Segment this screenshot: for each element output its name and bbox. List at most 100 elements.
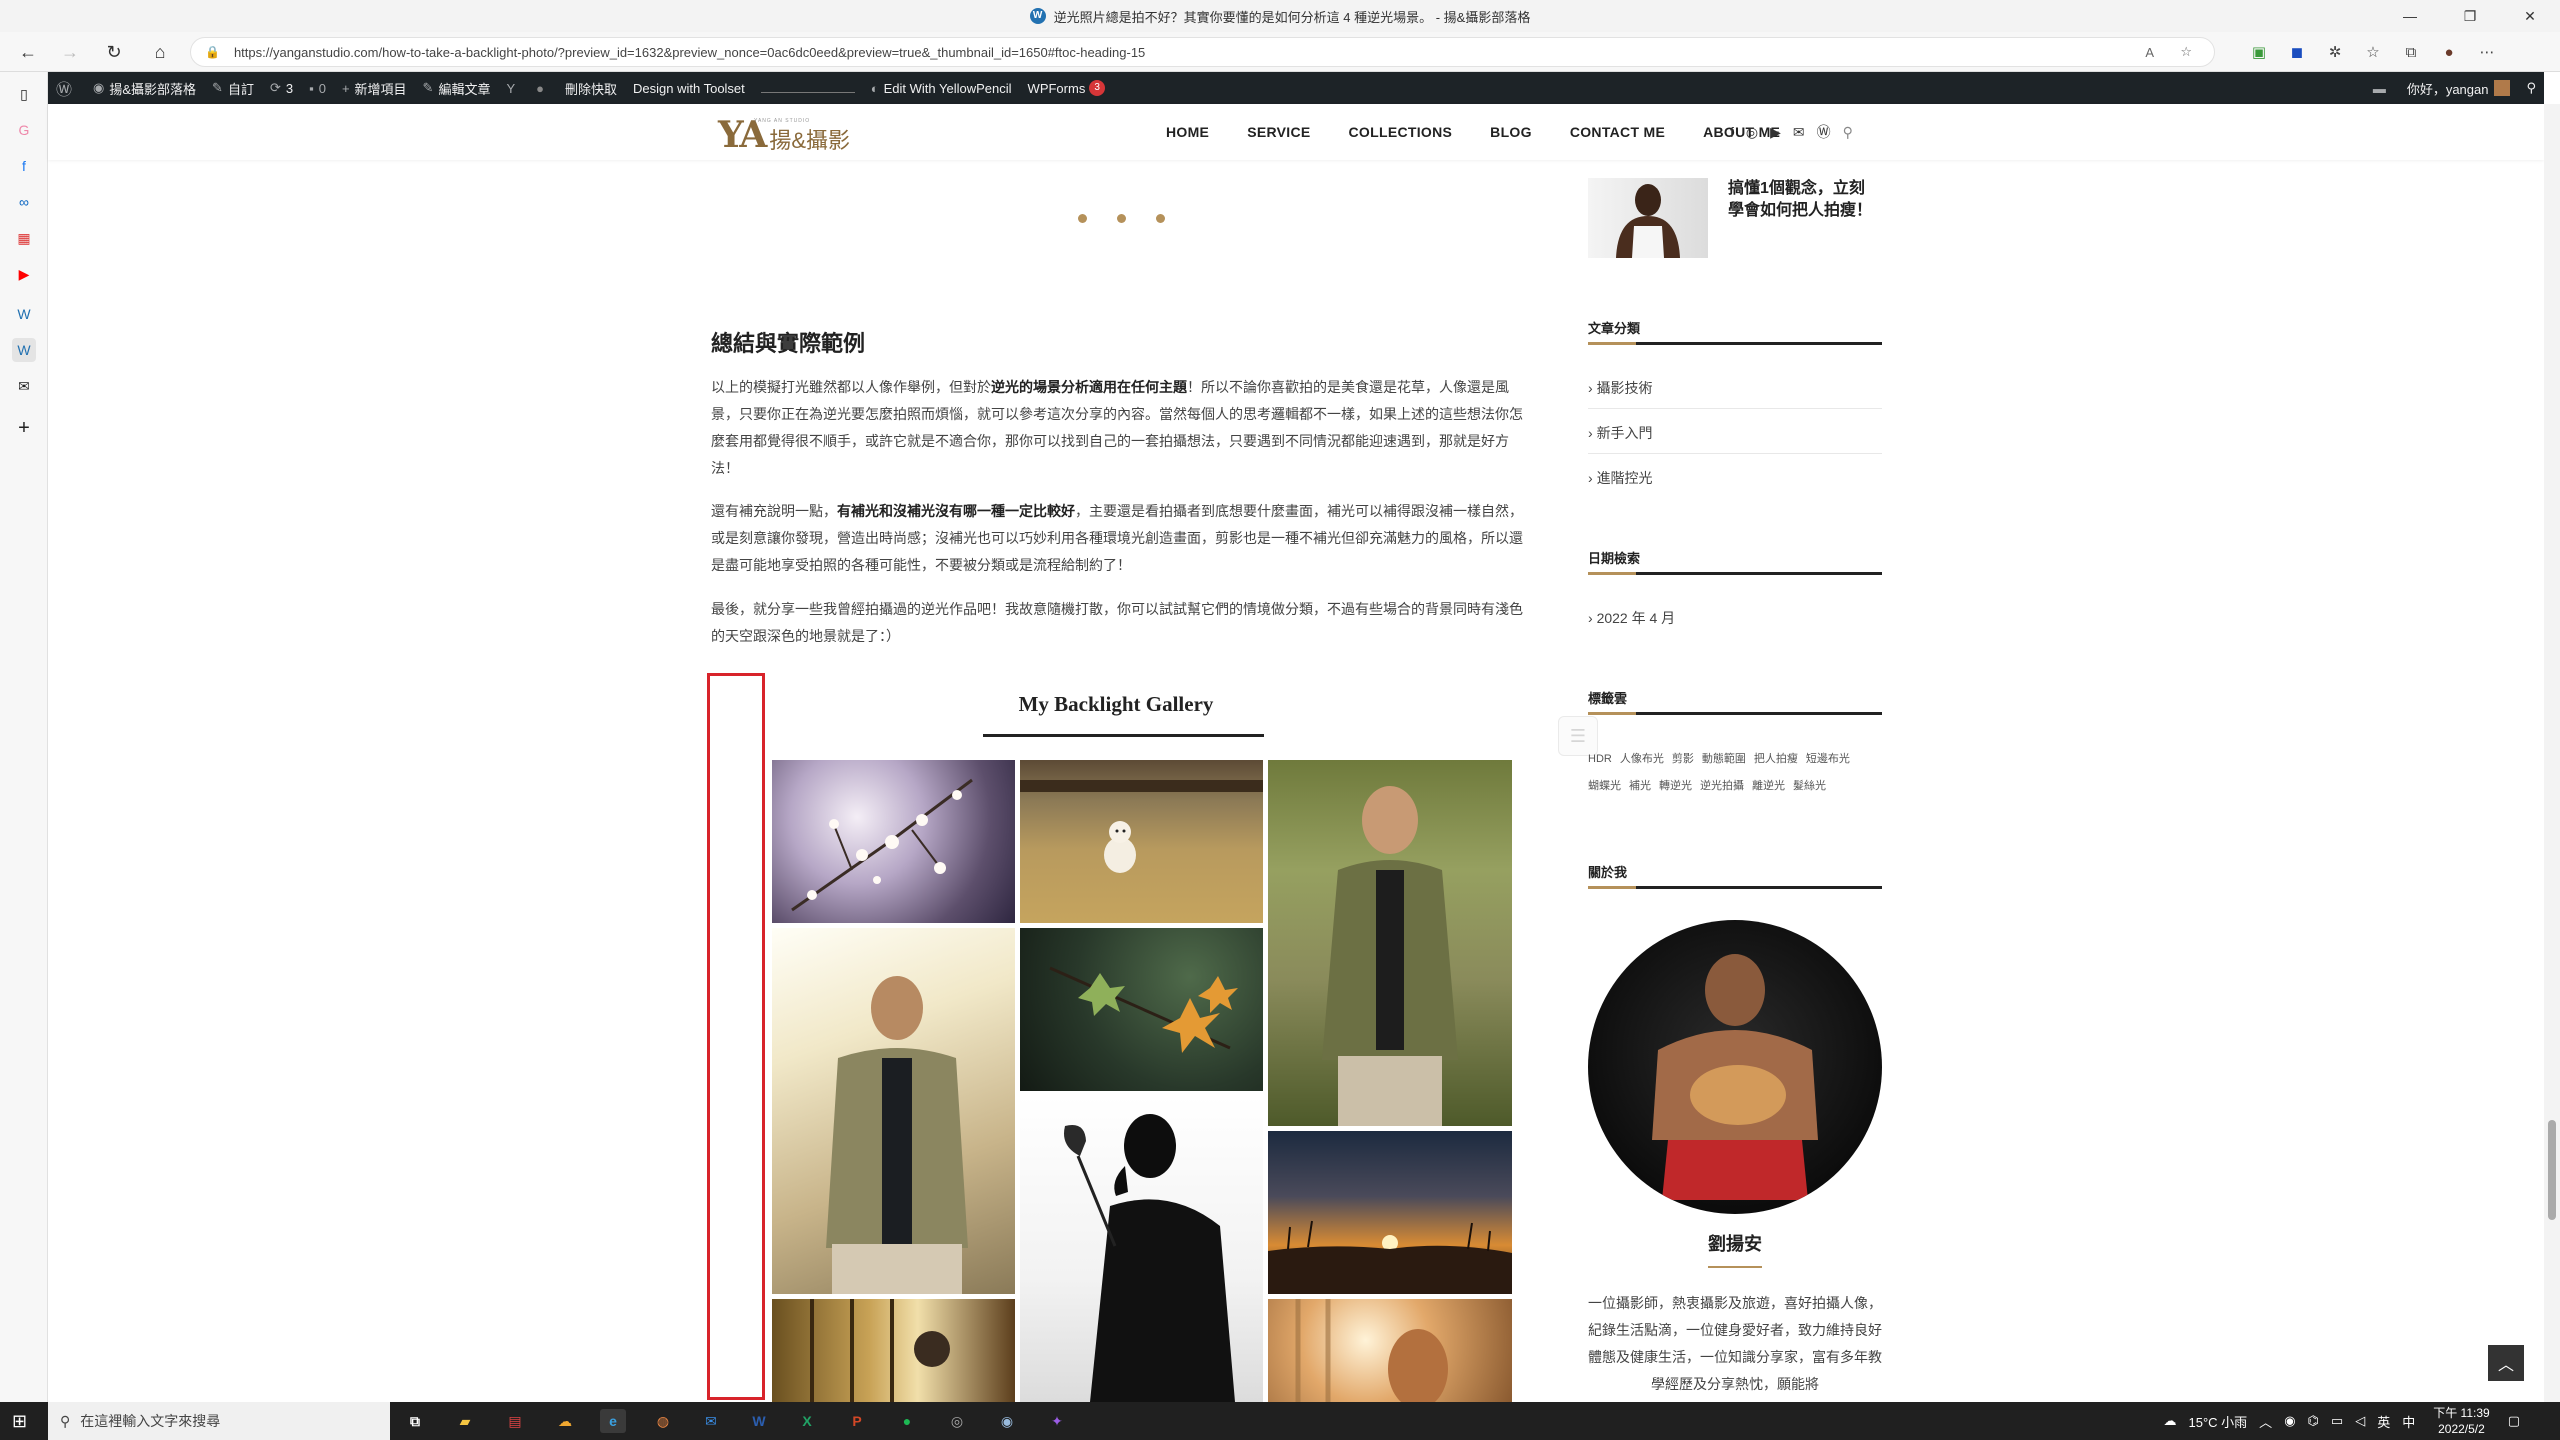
forward-arrow-icon[interactable]: → (56, 38, 84, 66)
tag-link[interactable]: 蝴蝶光 (1588, 780, 1621, 792)
spotify-icon[interactable]: ● (894, 1409, 920, 1433)
gallery-photo-blossoms[interactable] (772, 760, 1015, 923)
tray-chevron-icon[interactable]: ︿ (2259, 1412, 2272, 1431)
task-view-icon[interactable]: ⧉ (402, 1409, 428, 1433)
tag-link[interactable]: 人像布光 (1620, 753, 1664, 765)
admin-seo-status[interactable]: ● (528, 72, 557, 104)
menu-contact[interactable]: CONTACT ME (1570, 124, 1665, 140)
ime-lang[interactable]: 英 (2377, 1412, 2390, 1431)
more-menu-icon[interactable]: ⋯ (2468, 43, 2506, 61)
new-extension-icon[interactable]: ◼ (2278, 43, 2316, 61)
menu-service[interactable]: SERVICE (1247, 124, 1310, 140)
meta-icon[interactable]: ∞ (12, 190, 36, 214)
admin-search[interactable]: ⚲ (2518, 72, 2544, 104)
gallery-photo-maple-leaves[interactable] (1020, 928, 1263, 1091)
home-icon[interactable]: ⌂ (146, 38, 174, 66)
admin-my-account[interactable]: 你好，yangan (2399, 72, 2519, 104)
tag-link[interactable]: 離逆光 (1752, 780, 1785, 792)
chrome-icon[interactable]: ◍ (650, 1409, 676, 1433)
admin-toolset[interactable]: Design with Toolset (625, 72, 753, 104)
profile-avatar[interactable]: ● (2430, 44, 2468, 61)
tag-link[interactable]: 把人拍瘦 (1754, 753, 1798, 765)
file-explorer-icon[interactable]: ▰ (452, 1409, 478, 1433)
calendar-icon[interactable]: ▦ (12, 226, 36, 250)
scrollbar-thumb[interactable] (2548, 1120, 2556, 1220)
menu-collections[interactable]: COLLECTIONS (1349, 124, 1453, 140)
volume-icon[interactable]: ◁ (2355, 1413, 2365, 1429)
app-circle-icon[interactable]: ◎ (944, 1409, 970, 1433)
favorite-star-icon[interactable]: ☆ (2180, 44, 2192, 60)
admin-new-item[interactable]: + 新增項目 (334, 72, 415, 104)
powerpoint-icon[interactable]: P (844, 1409, 870, 1433)
excel-icon[interactable]: X (794, 1409, 820, 1433)
admin-yellowpencil[interactable]: ◐ Edit With YellowPencil (863, 72, 1020, 104)
tag-link[interactable]: 短邊布光 (1806, 753, 1850, 765)
gallery-photo-man-sunlight[interactable] (772, 928, 1015, 1294)
wordpress-icon[interactable]: Ⓦ (1817, 122, 1831, 142)
refresh-icon[interactable]: ↻ (100, 38, 128, 66)
instagram-icon[interactable]: ◎ (1746, 124, 1758, 141)
email-icon[interactable]: ✉ (1793, 124, 1805, 141)
facebook-icon[interactable]: f (1730, 124, 1734, 140)
recent-post-thumbnail[interactable] (1588, 178, 1708, 258)
wordpress-active-icon[interactable]: W (12, 338, 36, 362)
address-bar[interactable]: 🔒 https://yanganstudio.com/how-to-take-a… (190, 37, 2215, 67)
wp-logo-menu[interactable]: Ⓦ (48, 72, 85, 104)
youtube-icon[interactable]: ▶ (1770, 124, 1781, 141)
battery-icon[interactable]: ▭ (2331, 1413, 2343, 1429)
admin-updates[interactable]: ⟳ 3 (262, 72, 301, 104)
category-item[interactable]: › 新手入門 (1588, 423, 1882, 454)
admin-clear-cache[interactable]: 刪除快取 (557, 72, 625, 104)
app-feather-icon[interactable]: ✦ (1044, 1409, 1070, 1433)
tag-link[interactable]: 髮絲光 (1793, 780, 1826, 792)
add-icon[interactable]: + (12, 416, 36, 440)
wordpress-icon[interactable]: W (12, 302, 36, 326)
tabs-icon[interactable]: ▯ (12, 82, 36, 106)
admin-comments[interactable]: ▪ 0 (301, 72, 334, 104)
app-icon[interactable]: ▤ (502, 1409, 528, 1433)
admin-edit-post[interactable]: ✎ 編輯文章 (415, 72, 499, 104)
taskbar-search[interactable]: ⚲ 在這裡輸入文字來搜尋 (48, 1402, 390, 1440)
gallery-photo-silhouette-rose[interactable] (1020, 1096, 1263, 1402)
gallery-photo-window-light[interactable] (772, 1299, 1015, 1402)
admin-yoast[interactable]: Y (498, 72, 528, 104)
ime-icon[interactable]: 中 (2402, 1412, 2415, 1431)
back-to-top-button[interactable]: ︿ (2488, 1345, 2524, 1381)
windows-start-icon[interactable]: ⊞ (12, 1411, 27, 1432)
tag-link[interactable]: 逆光拍攝 (1700, 780, 1744, 792)
edge-icon[interactable]: e (600, 1409, 626, 1433)
facebook-icon[interactable]: f (12, 154, 36, 178)
tag-link[interactable]: HDR (1588, 753, 1612, 765)
collections-icon[interactable]: ⧉ (2392, 44, 2430, 61)
gallery-photo-man-jacket[interactable] (1268, 760, 1512, 1126)
gallery-photo-dog[interactable] (1020, 760, 1263, 923)
maximize-button[interactable]: ❐ (2440, 0, 2500, 32)
tray-app-icon[interactable]: ◉ (2284, 1413, 2295, 1429)
favorites-icon[interactable]: ☆ (2354, 43, 2392, 61)
weather-app-icon[interactable]: ☁ (552, 1409, 578, 1433)
youtube-icon[interactable]: ▶ (12, 262, 36, 286)
category-item[interactable]: › 進階控光 (1588, 468, 1882, 498)
tag-link[interactable]: 動態範圍 (1702, 753, 1746, 765)
gallery-photo-sunset[interactable] (1268, 1131, 1512, 1294)
tag-link[interactable]: 轉逆光 (1659, 780, 1692, 792)
gallery-photo-warm-portrait[interactable] (1268, 1299, 1512, 1402)
back-arrow-icon[interactable]: ← (14, 38, 42, 66)
weather-text[interactable]: 15°C 小雨 (2189, 1412, 2248, 1431)
admin-wpforms[interactable]: WPForms 3 (1020, 72, 1113, 104)
menu-blog[interactable]: BLOG (1490, 124, 1532, 140)
network-icon[interactable]: ⌬ (2308, 1413, 2319, 1429)
minimize-button[interactable]: — (2380, 0, 2440, 32)
mail-icon[interactable]: ✉ (698, 1409, 724, 1433)
tag-link[interactable]: 剪影 (1672, 753, 1694, 765)
notification-icon[interactable]: ▢ (2508, 1413, 2520, 1429)
site-search-icon[interactable]: ⚲ (1843, 124, 1853, 141)
puzzle-icon[interactable]: ✲ (2316, 43, 2354, 61)
word-icon[interactable]: W (746, 1409, 772, 1433)
site-logo[interactable]: YA YANG AN STUDIO 揚&攝影 (718, 114, 850, 156)
outlook-icon[interactable]: ✉ (12, 374, 36, 398)
admin-site-name[interactable]: ◉ 揚&攝影部落格 (85, 72, 204, 104)
clock[interactable]: 下午 11:39 2022/5/2 (2433, 1405, 2489, 1437)
close-button[interactable]: ✕ (2500, 0, 2560, 32)
category-item[interactable]: › 攝影技術 (1588, 378, 1882, 409)
